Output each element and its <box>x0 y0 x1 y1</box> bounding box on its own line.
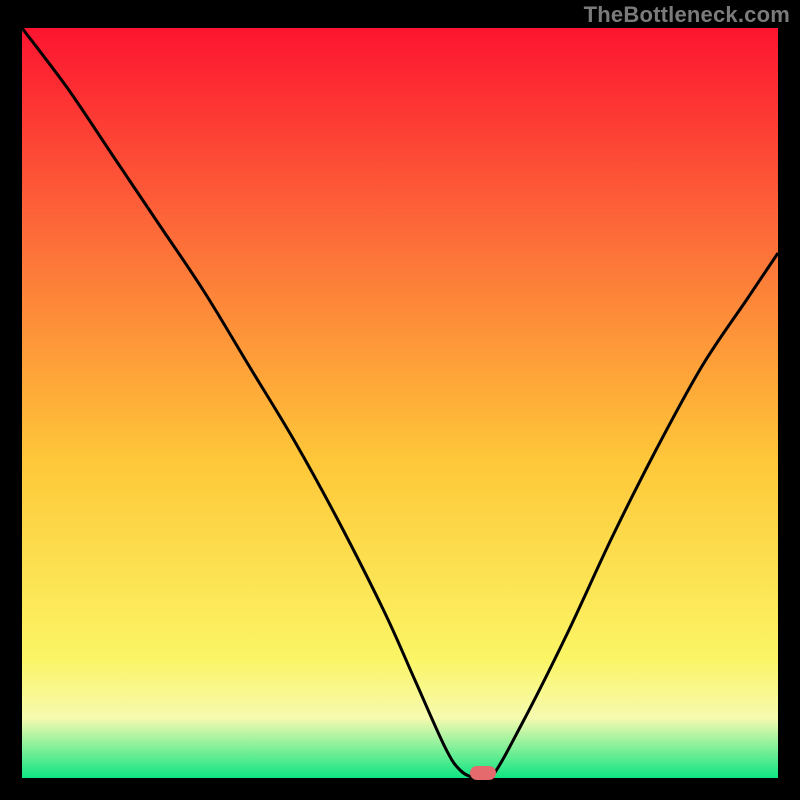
plot-area <box>22 28 778 778</box>
gradient-background <box>22 28 778 778</box>
chart-frame: TheBottleneck.com <box>0 0 800 800</box>
plot-svg <box>22 28 778 778</box>
watermark-text: TheBottleneck.com <box>584 2 790 28</box>
optimum-marker <box>470 766 496 780</box>
